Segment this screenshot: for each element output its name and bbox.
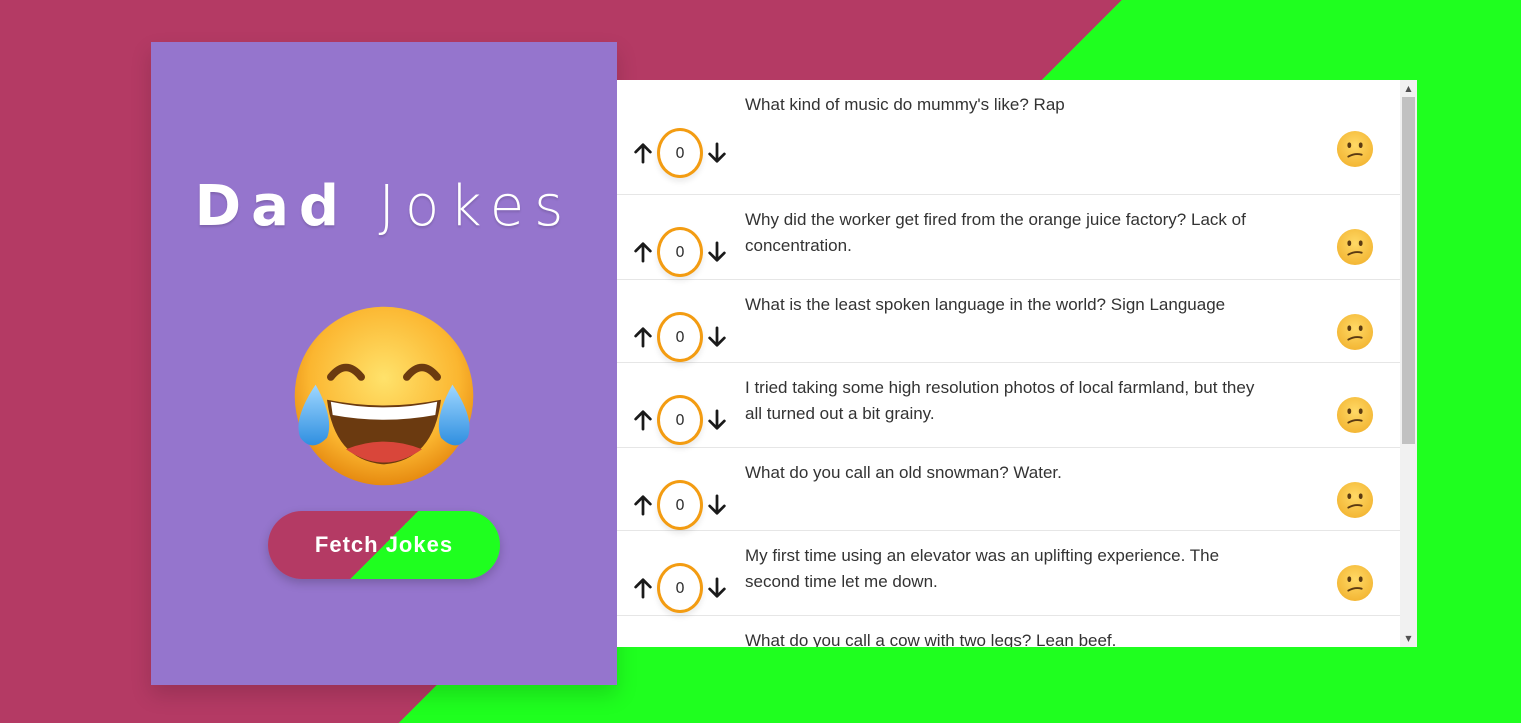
joke-row: 0 What kind of music do mummy's like? Rap: [617, 80, 1400, 195]
vote-controls: 0: [617, 227, 745, 277]
downvote-arrow-icon[interactable]: [705, 239, 729, 265]
vote-controls: 0: [617, 128, 745, 178]
scroll-up-arrow-icon[interactable]: ▲: [1400, 80, 1417, 97]
joke-text: Why did the worker get fired from the or…: [745, 210, 1246, 255]
joke-text: My first time using an elevator was an u…: [745, 546, 1220, 591]
downvote-arrow-icon[interactable]: [705, 140, 729, 166]
vote-controls: 0: [617, 480, 745, 530]
upvote-arrow-icon[interactable]: [631, 575, 655, 601]
vote-count: 0: [657, 563, 703, 613]
joke-text: What do you call a cow with two legs? Le…: [745, 631, 1117, 647]
joke-text: What kind of music do mummy's like? Rap: [745, 95, 1065, 114]
scroll-thumb[interactable]: [1402, 97, 1415, 444]
jokes-panel: 0 What kind of music do mummy's like? Rap…: [617, 80, 1417, 647]
upvote-arrow-icon[interactable]: [631, 492, 655, 518]
confused-face-icon: [1336, 481, 1374, 519]
app-title-light: Jokes: [378, 174, 574, 239]
joke-text: I tried taking some high resolution phot…: [745, 378, 1255, 423]
upvote-arrow-icon[interactable]: [631, 140, 655, 166]
jokes-list: 0 What kind of music do mummy's like? Rap…: [617, 80, 1400, 647]
app-title: Dad Jokes: [195, 174, 574, 239]
confused-face-icon: [1336, 396, 1374, 434]
vote-count: 0: [657, 395, 703, 445]
joke-row: 0What do you call a cow with two legs? L…: [617, 616, 1400, 647]
vote-count: 0: [657, 312, 703, 362]
joke-text: What do you call an old snowman? Water.: [745, 463, 1062, 482]
sidebar: Dad Jokes Fetch Jokes: [151, 42, 617, 685]
laughing-emoji-icon: [294, 306, 474, 486]
upvote-arrow-icon[interactable]: [631, 324, 655, 350]
downvote-arrow-icon[interactable]: [705, 324, 729, 350]
scroll-down-arrow-icon[interactable]: ▼: [1400, 630, 1417, 647]
joke-row: 0 What is the least spoken language in th…: [617, 280, 1400, 363]
vote-controls: 0: [617, 395, 745, 445]
downvote-arrow-icon[interactable]: [705, 575, 729, 601]
fetch-jokes-button[interactable]: Fetch Jokes: [268, 511, 500, 579]
upvote-arrow-icon[interactable]: [631, 407, 655, 433]
vote-count: 0: [657, 480, 703, 530]
vote-count: 0: [657, 128, 703, 178]
downvote-arrow-icon[interactable]: [705, 407, 729, 433]
jokes-scrollbar[interactable]: ▲ ▼: [1400, 80, 1417, 647]
confused-face-icon: [1336, 564, 1374, 602]
app-title-bold: Dad: [194, 174, 349, 239]
joke-row: 0 Why did the worker get fired from the o…: [617, 195, 1400, 280]
joke-row: 0 What do you call an old snowman? Water.: [617, 448, 1400, 531]
confused-face-icon: [1336, 130, 1374, 168]
confused-face-icon: [1336, 228, 1374, 266]
upvote-arrow-icon[interactable]: [631, 239, 655, 265]
joke-row: 0 My first time using an elevator was an …: [617, 531, 1400, 616]
downvote-arrow-icon[interactable]: [705, 492, 729, 518]
joke-row: 0 I tried taking some high resolution pho…: [617, 363, 1400, 448]
vote-count: 0: [657, 227, 703, 277]
vote-controls: 0: [617, 563, 745, 613]
confused-face-icon: [1336, 313, 1374, 351]
vote-controls: 0: [617, 312, 745, 362]
joke-text: What is the least spoken language in the…: [745, 295, 1226, 314]
